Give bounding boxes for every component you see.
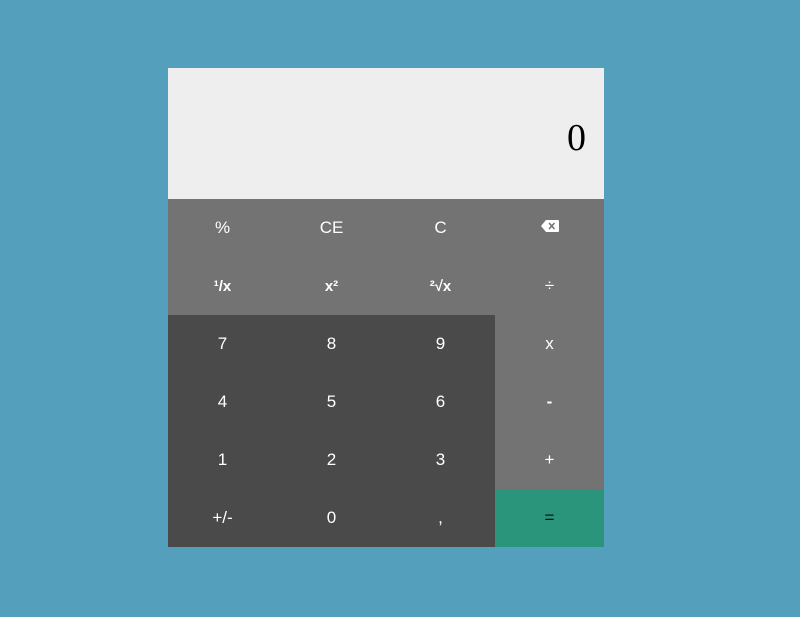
square-button[interactable]: x²: [277, 257, 386, 315]
digit-7-button[interactable]: 7: [168, 315, 277, 373]
digit-2-button[interactable]: 2: [277, 431, 386, 489]
digit-4-button[interactable]: 4: [168, 373, 277, 431]
equals-button[interactable]: =: [495, 489, 604, 547]
digit-8-button[interactable]: 8: [277, 315, 386, 373]
digit-6-button[interactable]: 6: [386, 373, 495, 431]
percent-button[interactable]: %: [168, 199, 277, 257]
display-value: 0: [567, 117, 586, 159]
negate-button[interactable]: +/-: [168, 489, 277, 547]
subtract-button[interactable]: -: [495, 373, 604, 431]
digit-0-button[interactable]: 0: [277, 489, 386, 547]
digit-1-button[interactable]: 1: [168, 431, 277, 489]
digit-5-button[interactable]: 5: [277, 373, 386, 431]
display: 0: [168, 68, 604, 199]
clear-button[interactable]: C: [386, 199, 495, 257]
digit-9-button[interactable]: 9: [386, 315, 495, 373]
calculator: 0 % CE C ¹/x x² ²√x ÷ 7 8 9 x 4 5 6 - 1 …: [168, 68, 604, 547]
clear-entry-button[interactable]: CE: [277, 199, 386, 257]
backspace-icon: [540, 218, 560, 238]
square-root-button[interactable]: ²√x: [386, 257, 495, 315]
decimal-button[interactable]: ,: [386, 489, 495, 547]
keypad: % CE C ¹/x x² ²√x ÷ 7 8 9 x 4 5 6 - 1 2 …: [168, 199, 604, 547]
multiply-button[interactable]: x: [495, 315, 604, 373]
reciprocal-button[interactable]: ¹/x: [168, 257, 277, 315]
divide-button[interactable]: ÷: [495, 257, 604, 315]
add-button[interactable]: +: [495, 431, 604, 489]
backspace-button[interactable]: [495, 199, 604, 257]
digit-3-button[interactable]: 3: [386, 431, 495, 489]
